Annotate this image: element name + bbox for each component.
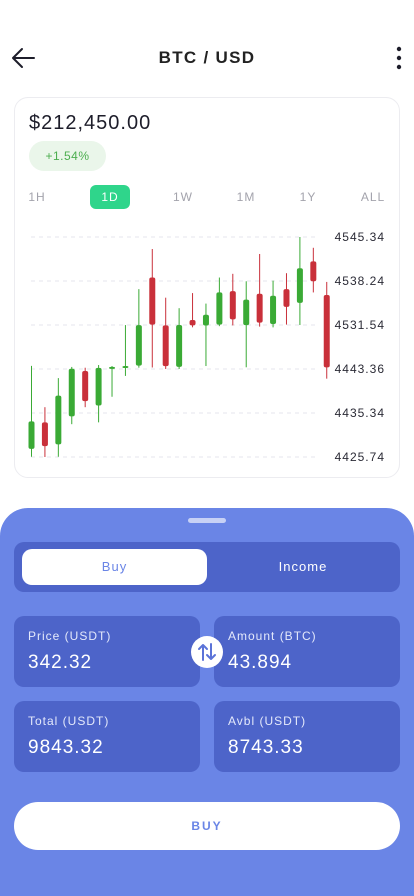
total-field[interactable]: Total (USDT) 9843.32 <box>14 701 200 772</box>
trade-mode-toggle: Buy Income <box>14 542 400 592</box>
candle-body <box>55 395 62 445</box>
candle-body <box>162 325 169 367</box>
timeframe-1m[interactable]: 1M <box>232 185 260 209</box>
y-tick-label: 4435.34 <box>335 406 385 420</box>
y-tick-label: 4531.54 <box>335 318 385 332</box>
candle-body <box>256 293 263 323</box>
candle-body <box>68 368 75 417</box>
timeframe-1d[interactable]: 1D <box>90 185 130 209</box>
amount-field[interactable]: Amount (BTC) 43.894 <box>214 616 400 687</box>
candle-body <box>95 367 102 406</box>
price-field[interactable]: Price (USDT) 342.32 <box>14 616 200 687</box>
timeframe-1h[interactable]: 1H <box>23 185 51 209</box>
more-options-button[interactable] <box>388 44 410 72</box>
price-change-badge: +1.54% <box>29 141 106 171</box>
candle-body <box>122 366 129 369</box>
avbl-field-value: 8743.33 <box>228 737 304 758</box>
swap-button[interactable] <box>191 636 223 668</box>
candle-body <box>296 268 303 303</box>
amount-field-label: Amount (BTC) <box>228 629 317 643</box>
total-field-value: 9843.32 <box>28 737 104 758</box>
y-tick-label: 4545.34 <box>335 230 385 244</box>
page-title: BTC / USD <box>158 48 256 67</box>
avbl-field[interactable]: Avbl (USDT) 8743.33 <box>214 701 400 772</box>
chart-card: $212,450.00 +1.54% 1H 1D 1W 1M 1Y ALL 45… <box>14 97 400 478</box>
candle-body <box>229 291 236 320</box>
candle-body <box>189 320 196 326</box>
tab-income[interactable]: Income <box>210 549 396 585</box>
price-field-label: Price (USDT) <box>28 629 112 643</box>
swap-arrows-icon <box>198 643 216 661</box>
avbl-field-label: Avbl (USDT) <box>228 714 307 728</box>
candle-body <box>243 299 250 326</box>
candle-body <box>283 289 290 307</box>
candle-body <box>216 292 223 325</box>
candle-body <box>28 421 35 449</box>
drag-handle[interactable] <box>188 518 226 523</box>
total-field-label: Total (USDT) <box>28 714 110 728</box>
amount-field-value: 43.894 <box>228 652 293 673</box>
candle-body <box>202 314 209 326</box>
candle-body <box>149 277 156 325</box>
vertical-dots-icon <box>396 46 402 70</box>
candle-body <box>310 261 317 282</box>
candle-body <box>82 370 89 402</box>
candle-body <box>135 325 142 366</box>
y-tick-label: 4425.74 <box>335 450 385 464</box>
candlestick-chart: 4545.34 4538.24 4531.54 4443.36 4435.34 4425.… <box>28 230 385 464</box>
y-tick-label: 4443.36 <box>335 362 385 376</box>
candle-body <box>109 366 116 369</box>
buy-button[interactable]: BUY <box>14 802 400 850</box>
tab-buy[interactable]: Buy <box>22 549 207 585</box>
trade-sheet: Buy Income Price (USDT) 342.32 Amount (B… <box>0 508 414 896</box>
timeframe-1y[interactable]: 1Y <box>294 185 322 209</box>
candle-body <box>270 295 277 324</box>
candle-body <box>176 325 183 367</box>
candle-body <box>323 295 330 368</box>
y-tick-label: 4538.24 <box>335 274 385 288</box>
candle-body <box>41 422 48 447</box>
current-price: $212,450.00 <box>29 112 152 134</box>
timeframe-all[interactable]: ALL <box>358 185 388 209</box>
price-field-value: 342.32 <box>28 652 93 673</box>
timeframe-1w[interactable]: 1W <box>169 185 197 209</box>
